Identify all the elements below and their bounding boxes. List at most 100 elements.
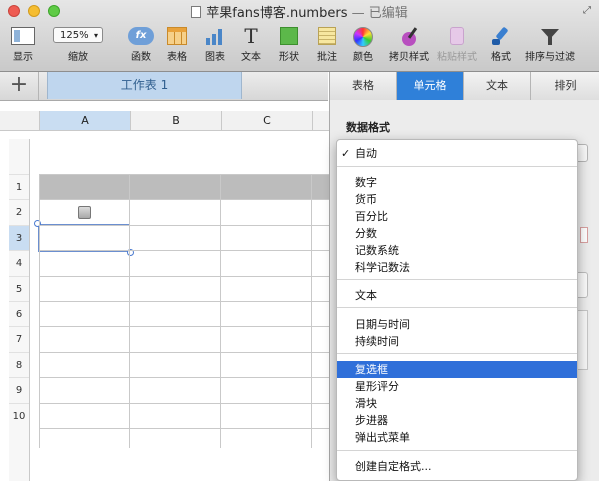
format-brush-icon	[491, 26, 511, 47]
menu-item-label: 货币	[355, 193, 377, 206]
grid-line	[39, 351, 330, 353]
tab-table[interactable]: 表格	[330, 72, 397, 100]
row-header[interactable]: 1	[9, 174, 29, 200]
toolbar-label: 粘贴样式	[437, 52, 477, 63]
row-header[interactable]: 7	[9, 326, 29, 352]
function-button[interactable]: fx 函数	[124, 27, 158, 63]
data-format-menu[interactable]: ✓ 自动数字货币百分比分数记数系统科学记数法文本日期与时间持续时间复选框 星形评分滑…	[336, 139, 578, 481]
toolbar-label: 颜色	[353, 52, 373, 63]
menu-item[interactable]: 记数系统	[337, 242, 577, 259]
zoom-select[interactable]: 125% ▾	[53, 27, 103, 43]
grid-line	[39, 250, 330, 252]
menu-item[interactable]: 复选框	[337, 361, 577, 378]
grid-line	[39, 428, 330, 429]
column-header-c[interactable]: C	[221, 111, 312, 130]
grid-line	[129, 174, 130, 448]
menu-item[interactable]: 分数	[337, 225, 577, 242]
table-button[interactable]: 表格	[162, 27, 192, 63]
tab-text[interactable]: 文本	[464, 72, 531, 100]
text-glyph: T	[244, 24, 258, 48]
menu-item[interactable]: 百分比	[337, 208, 577, 225]
text-button[interactable]: T 文本	[236, 24, 266, 63]
row-header[interactable]: 4	[9, 250, 29, 276]
menu-item[interactable]: 弹出式菜单	[337, 429, 577, 446]
data-format-label: 数据格式	[346, 121, 390, 134]
grid-line	[39, 377, 330, 379]
row-header[interactable]: 8	[9, 351, 29, 378]
toolbar-label: 文本	[241, 52, 261, 63]
color-button[interactable]: 颜色	[348, 27, 378, 63]
menu-separator	[337, 166, 577, 167]
menu-separator	[337, 450, 577, 451]
menu-item-label: 百分比	[355, 210, 388, 223]
add-sheet-button[interactable]: +	[0, 72, 39, 100]
menu-item[interactable]: 创建自定格式...	[337, 458, 577, 475]
selected-cell[interactable]	[38, 224, 130, 252]
grid-line	[39, 224, 330, 226]
menu-item-label: 滑块	[355, 397, 377, 410]
table-header-row[interactable]	[39, 174, 330, 200]
sheet-tab[interactable]: 工作表 1	[47, 72, 242, 99]
grid-line	[311, 174, 312, 448]
toolbar-label: 图表	[205, 52, 225, 63]
menu-item[interactable]: 持续时间	[337, 333, 577, 350]
row-header[interactable]: 2	[9, 199, 29, 225]
menu-item[interactable]: 货币	[337, 191, 577, 208]
toolbar-label: 排序与过滤	[525, 52, 575, 63]
menu-item[interactable]: ✓ 自动	[337, 145, 577, 162]
menu-item-label: 创建自定格式...	[355, 460, 432, 473]
column-header-a[interactable]: A	[39, 111, 130, 130]
grid-line	[220, 174, 221, 448]
grid-line	[39, 199, 330, 201]
menu-separator	[337, 307, 577, 308]
menu-item[interactable]: 日期与时间	[337, 316, 577, 333]
zoom-control[interactable]: 125% ▾ 缩放	[52, 27, 104, 63]
menu-item-label: 记数系统	[355, 244, 399, 257]
comment-icon	[318, 27, 336, 45]
menu-item-label: 文本	[355, 289, 377, 302]
zoom-value: 125%	[60, 30, 89, 41]
column-header-b[interactable]: B	[130, 111, 221, 130]
shape-icon	[280, 27, 298, 45]
chart-icon	[204, 27, 226, 45]
row-header[interactable]: 6	[9, 301, 29, 327]
fullscreen-icon[interactable]: ⤢	[583, 5, 593, 16]
menu-item-label: 弹出式菜单	[355, 431, 410, 444]
row-header[interactable]: 9	[9, 377, 29, 403]
menu-item[interactable]: 星形评分	[337, 378, 577, 395]
grid-line	[39, 174, 40, 448]
menu-item[interactable]: 文本	[337, 287, 577, 304]
format-button[interactable]: 格式	[486, 26, 516, 63]
toolbar-label: 函数	[131, 52, 151, 63]
copy-style-button[interactable]: 拷贝样式	[386, 27, 432, 63]
text-icon: T	[240, 24, 262, 48]
row-header[interactable]: 10	[9, 402, 29, 429]
paste-style-icon	[450, 27, 464, 45]
document-icon	[191, 6, 202, 18]
grid-line	[39, 301, 330, 302]
window-toolbar: 苹果fans博客.numbers — 已编辑 ⤢ 显示 125% ▾ 缩放 fx …	[0, 0, 599, 72]
shape-button[interactable]: 形状	[274, 27, 304, 63]
paste-style-button[interactable]: 粘贴样式	[434, 27, 480, 63]
chart-button[interactable]: 图表	[200, 27, 230, 63]
tab-cell[interactable]: 单元格	[397, 72, 464, 100]
toolbar-label: 形状	[279, 52, 299, 63]
menu-item-label: 自动	[355, 147, 377, 160]
sort-filter-button[interactable]: 排序与过滤	[522, 27, 578, 63]
toolbar-label: 拷贝样式	[389, 52, 429, 63]
menu-item[interactable]: 步进器	[337, 412, 577, 429]
row-header[interactable]: 3	[9, 224, 29, 251]
tab-arrange[interactable]: 排列	[531, 72, 599, 100]
comment-button[interactable]: 批注	[312, 27, 342, 63]
cell-checkbox[interactable]	[78, 206, 91, 219]
menu-item[interactable]: 数字	[337, 174, 577, 191]
view-icon	[11, 27, 35, 45]
function-icon: fx	[128, 27, 154, 45]
row-header[interactable]: 5	[9, 275, 29, 302]
view-button[interactable]: 显示	[6, 27, 40, 63]
menu-item[interactable]: 科学记数法	[337, 259, 577, 276]
menu-item[interactable]: 滑块	[337, 395, 577, 412]
control-edge	[580, 227, 588, 243]
toolbar-label: 批注	[317, 52, 337, 63]
menu-item-label: 持续时间	[355, 335, 399, 348]
